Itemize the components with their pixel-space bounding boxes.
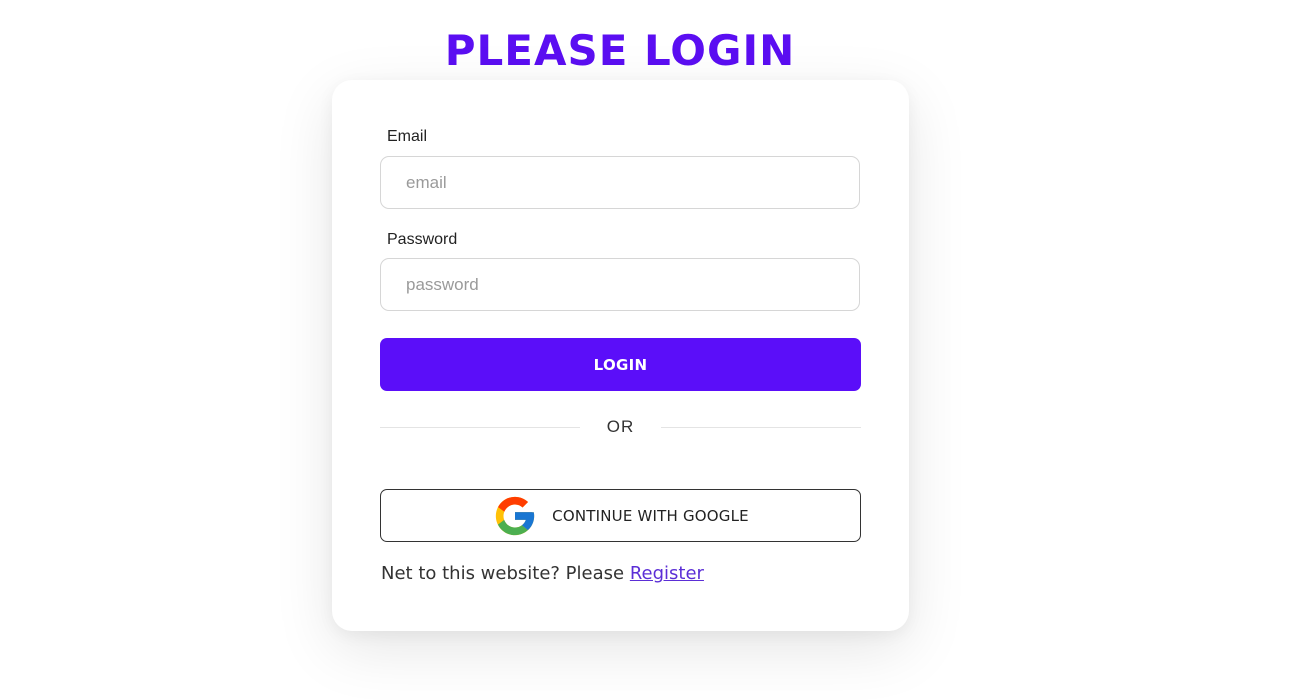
login-page: PLEASE LOGIN Email Password LOGIN OR CON…	[0, 0, 1300, 700]
email-field[interactable]	[380, 156, 860, 209]
login-button[interactable]: LOGIN	[380, 338, 861, 391]
register-link[interactable]: Register	[630, 563, 704, 584]
google-button-label: CONTINUE WITH GOOGLE	[552, 506, 749, 525]
register-prompt: Net to this website? Please Register	[381, 563, 704, 584]
continue-with-google-button[interactable]: CONTINUE WITH GOOGLE	[380, 489, 861, 542]
page-title: PLEASE LOGIN	[444, 26, 796, 75]
login-card: Email Password LOGIN OR CONTINUE WITH GO…	[332, 80, 909, 631]
register-prompt-text: Net to this website? Please	[381, 563, 625, 584]
google-g-icon	[492, 493, 538, 539]
divider-line-right	[661, 427, 861, 428]
password-label: Password	[387, 231, 458, 248]
or-divider: OR	[380, 414, 861, 440]
password-field[interactable]	[380, 258, 860, 311]
email-label: Email	[387, 128, 428, 145]
